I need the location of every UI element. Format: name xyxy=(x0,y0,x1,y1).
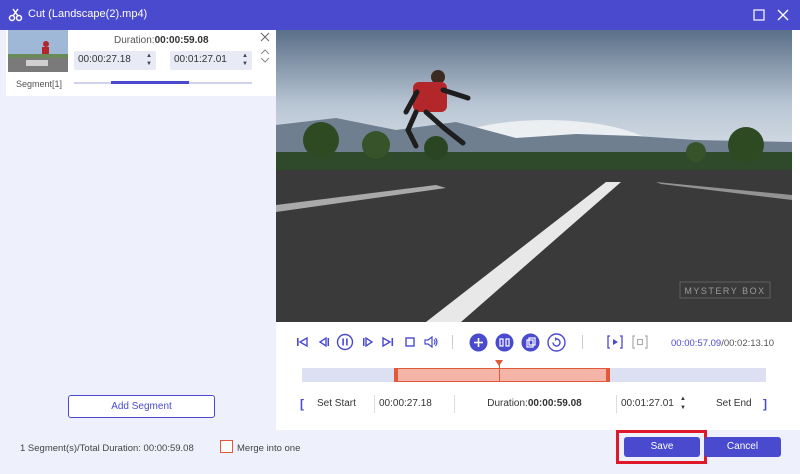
range-editor: [ Set Start 00:00:27.18 Duration:00:00:5… xyxy=(290,395,778,413)
timeline-selection[interactable] xyxy=(394,368,610,382)
segment-panel: Duration:00:00:59.08 00:00:27.18 ▲ ▼ 00:0… xyxy=(0,30,276,430)
divider xyxy=(582,335,583,349)
volume-icon[interactable] xyxy=(423,334,439,350)
segment-progress-fill xyxy=(111,81,189,84)
selection-start-handle[interactable] xyxy=(394,368,398,382)
stop-icon[interactable] xyxy=(402,334,418,350)
cancel-button[interactable]: Cancel xyxy=(704,437,781,457)
add-segment-icon[interactable] xyxy=(469,333,488,352)
next-frame-icon[interactable] xyxy=(360,334,376,350)
start-bracket: [ xyxy=(300,397,304,411)
split-icon[interactable] xyxy=(495,333,514,352)
loop-selection-icon[interactable] xyxy=(631,334,649,350)
playhead[interactable] xyxy=(499,362,500,382)
footer-bar: 1 Segment(s)/Total Duration: 00:00:59.08… xyxy=(0,430,800,474)
segment-start-stepper[interactable]: ▲ ▼ xyxy=(145,52,153,68)
close-icon[interactable] xyxy=(775,7,791,23)
pause-icon[interactable] xyxy=(336,333,354,351)
segment-end-stepper[interactable]: ▲ ▼ xyxy=(241,52,249,68)
add-segment-button[interactable]: Add Segment xyxy=(68,395,215,418)
save-button[interactable]: Save xyxy=(624,437,700,457)
move-up-icon[interactable] xyxy=(259,48,271,56)
previous-frame-icon[interactable] xyxy=(316,334,332,350)
segment-end-field[interactable]: 00:01:27.01 ▲ ▼ xyxy=(170,51,252,70)
maximize-icon[interactable] xyxy=(751,7,767,23)
merge-checkbox[interactable] xyxy=(220,440,233,453)
divider xyxy=(452,335,453,349)
segment-progress xyxy=(74,81,252,84)
selection-end-handle[interactable] xyxy=(606,368,610,382)
range-end-stepper[interactable]: ▲ ▼ xyxy=(680,395,690,413)
segment-start-value: 00:00:27.18 xyxy=(78,54,131,65)
window-title: Cut (Landscape(2).mp4) xyxy=(28,8,148,20)
video-preview[interactable]: MYSTERY BOX xyxy=(276,30,792,322)
total-duration-summary: 1 Segment(s)/Total Duration: 00:00:59.08 xyxy=(20,443,194,454)
segment-thumbnail xyxy=(8,30,68,72)
move-down-icon[interactable] xyxy=(259,56,271,64)
segment-end-value: 00:01:27.01 xyxy=(174,54,227,65)
timeline-track[interactable] xyxy=(302,360,766,382)
player-controls: 00:00:57.09/00:02:13.10 [ Set Start 00:0… xyxy=(276,322,792,430)
range-duration: Duration:00:00:59.08 xyxy=(454,395,614,413)
copy-segment-icon[interactable] xyxy=(521,333,540,352)
video-watermark: MYSTERY BOX xyxy=(684,286,765,296)
play-selection-icon[interactable] xyxy=(606,334,624,350)
range-start-value[interactable]: 00:00:27.18 xyxy=(374,395,454,413)
segment-card[interactable]: Duration:00:00:59.08 00:00:27.18 ▲ ▼ 00:0… xyxy=(6,30,276,96)
set-end-button[interactable]: Set End xyxy=(716,395,756,413)
segment-start-field[interactable]: 00:00:27.18 ▲ ▼ xyxy=(74,51,156,70)
segment-duration: Duration:00:00:59.08 xyxy=(114,35,209,46)
segment-label: Segment[1] xyxy=(16,79,63,89)
title-bar: Cut (Landscape(2).mp4) xyxy=(0,0,800,30)
skip-to-end-icon[interactable] xyxy=(380,334,396,350)
remove-segment-icon[interactable] xyxy=(259,32,271,42)
end-bracket: ] xyxy=(763,397,767,411)
segment-card-actions xyxy=(259,32,271,64)
set-start-button[interactable]: Set Start xyxy=(317,395,372,413)
scissors-icon xyxy=(8,8,23,22)
time-readout: 00:00:57.09/00:02:13.10 xyxy=(671,338,775,349)
skip-to-start-icon[interactable] xyxy=(294,334,310,350)
reset-icon[interactable] xyxy=(547,333,566,352)
merge-label: Merge into one xyxy=(237,443,301,454)
